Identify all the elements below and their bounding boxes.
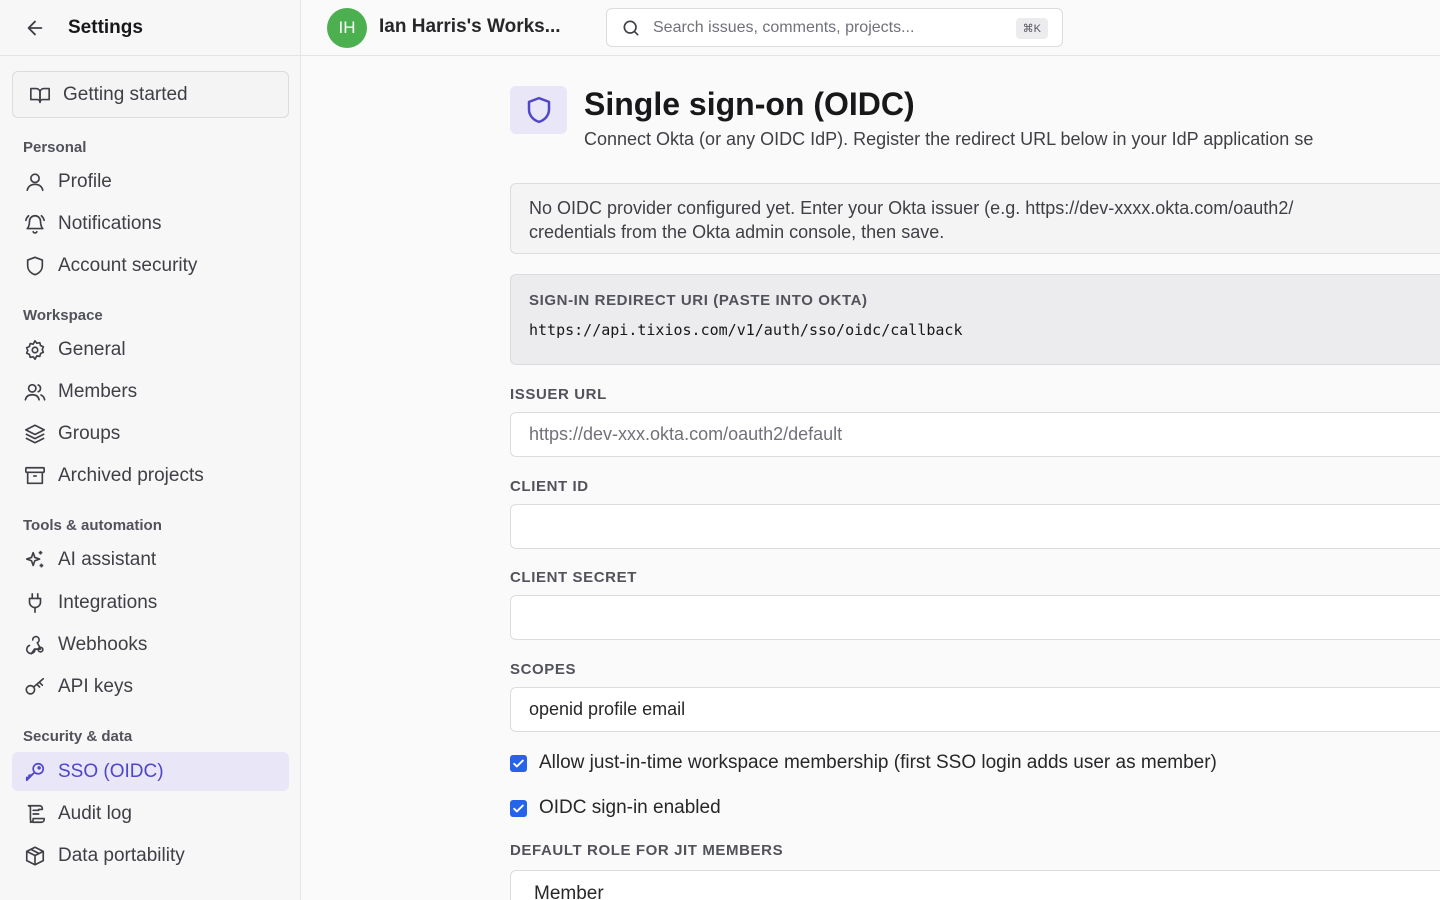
- sidebar-item-label: Notifications: [58, 212, 162, 234]
- redirect-uri-value[interactable]: https://api.tixios.com/v1/auth/sso/oidc/…: [529, 321, 1440, 339]
- getting-started-button[interactable]: Getting started: [12, 71, 289, 118]
- archive-icon: [23, 464, 47, 488]
- search-shortcut-badge: ⌘K: [1015, 18, 1048, 39]
- sidebar-item-label: Webhooks: [58, 633, 148, 655]
- check-icon: [513, 804, 524, 812]
- sidebar-item-label: Data portability: [58, 844, 185, 866]
- sidebar-item-notifications[interactable]: Notifications: [12, 204, 289, 243]
- client-secret-input[interactable]: [510, 595, 1440, 640]
- default-role-select[interactable]: Member: [510, 870, 1440, 900]
- sidebar-item-label: Account security: [58, 254, 198, 276]
- issuer-url-input[interactable]: [510, 412, 1440, 457]
- jit-membership-label: Allow just-in-time workspace membership …: [539, 752, 1217, 773]
- sidebar-item-label: Archived projects: [58, 464, 204, 486]
- redirect-uri-label: SIGN-IN REDIRECT URI (PASTE INTO OKTA): [529, 292, 868, 309]
- layers-icon: [23, 422, 47, 446]
- search-icon: [623, 20, 639, 36]
- book-open-icon: [28, 83, 52, 107]
- check-icon: [513, 759, 524, 767]
- page-title: Single sign-on (OIDC): [584, 86, 915, 122]
- sidebar-header: Settings: [0, 0, 300, 56]
- workspace-switcher[interactable]: Ian Harris's Works...: [379, 16, 561, 38]
- gear-icon: [23, 338, 47, 362]
- settings-sidebar: Settings Getting started Personal Profil…: [0, 0, 301, 900]
- section-label-workspace: Workspace: [23, 307, 103, 324]
- bell-icon: [23, 212, 47, 236]
- scopes-input[interactable]: [510, 687, 1440, 732]
- users-icon: [23, 380, 47, 404]
- notice-line-2: credentials from the Okta admin console,…: [529, 222, 945, 242]
- scroll-icon: [23, 802, 47, 826]
- sidebar-item-label: SSO (OIDC): [58, 760, 164, 782]
- sidebar-item-audit-log[interactable]: Audit log: [12, 794, 289, 833]
- sidebar-item-general[interactable]: General: [12, 330, 289, 369]
- section-label-security: Security & data: [23, 728, 133, 745]
- jit-membership-checkbox[interactable]: [510, 754, 527, 772]
- sidebar-item-api-keys[interactable]: API keys: [12, 667, 289, 706]
- sidebar-item-label: AI assistant: [58, 548, 157, 570]
- issuer-url-label: ISSUER URL: [510, 386, 607, 403]
- client-secret-label: CLIENT SECRET: [510, 569, 637, 586]
- sidebar-item-data-portability[interactable]: Data portability: [12, 836, 289, 875]
- back-button[interactable]: [22, 15, 48, 41]
- avatar[interactable]: IH: [327, 8, 367, 48]
- page-icon: [510, 86, 567, 134]
- sidebar-item-label: Members: [58, 380, 138, 402]
- client-id-label: CLIENT ID: [510, 478, 589, 495]
- oidc-enabled-checkbox[interactable]: [510, 799, 527, 817]
- shield-icon: [23, 254, 47, 278]
- shield-icon: [527, 96, 550, 124]
- sidebar-title: Settings: [68, 16, 143, 38]
- top-bar: IH Ian Harris's Works... ⌘K: [301, 0, 1440, 56]
- sidebar-item-profile[interactable]: Profile: [12, 162, 289, 201]
- default-role-label: DEFAULT ROLE FOR JIT MEMBERS: [510, 842, 784, 859]
- jit-membership-row: Allow just-in-time workspace membership …: [510, 752, 1217, 774]
- scopes-label: SCOPES: [510, 661, 577, 678]
- package-icon: [23, 844, 47, 868]
- default-role-value: Member: [534, 883, 604, 900]
- redirect-uri-box: SIGN-IN REDIRECT URI (PASTE INTO OKTA) h…: [510, 274, 1440, 365]
- client-id-input[interactable]: [510, 504, 1440, 549]
- section-label-tools: Tools & automation: [23, 517, 162, 534]
- oidc-enabled-label: OIDC sign-in enabled: [539, 797, 721, 818]
- sidebar-item-ai-assistant[interactable]: AI assistant: [12, 540, 289, 579]
- user-icon: [23, 170, 47, 194]
- section-label-personal: Personal: [23, 139, 87, 156]
- sidebar-item-groups[interactable]: Groups: [12, 414, 289, 453]
- key-round-icon: [23, 760, 47, 784]
- getting-started-label: Getting started: [63, 83, 188, 105]
- setup-notice: No OIDC provider configured yet. Enter y…: [510, 183, 1440, 254]
- sidebar-item-webhooks[interactable]: Webhooks: [12, 625, 289, 664]
- sidebar-item-label: Audit log: [58, 802, 132, 824]
- webhook-icon: [23, 633, 47, 657]
- sparkles-icon: [23, 548, 47, 572]
- oidc-enabled-row: OIDC sign-in enabled: [510, 797, 721, 819]
- arrow-left-icon: [27, 20, 43, 35]
- plug-icon: [23, 591, 47, 615]
- search-box[interactable]: ⌘K: [606, 8, 1063, 47]
- sidebar-item-integrations[interactable]: Integrations: [12, 583, 289, 622]
- sidebar-item-label: Integrations: [58, 591, 158, 613]
- sidebar-item-label: General: [58, 338, 126, 360]
- sidebar-item-label: Groups: [58, 422, 121, 444]
- sidebar-item-label: API keys: [58, 675, 133, 697]
- sidebar-item-archived-projects[interactable]: Archived projects: [12, 456, 289, 495]
- search-input[interactable]: [653, 18, 993, 37]
- sidebar-item-members[interactable]: Members: [12, 372, 289, 411]
- sidebar-item-label: Profile: [58, 170, 112, 192]
- sidebar-item-account-security[interactable]: Account security: [12, 246, 289, 285]
- sidebar-item-sso[interactable]: SSO (OIDC): [12, 752, 289, 791]
- notice-line-1: No OIDC provider configured yet. Enter y…: [529, 198, 1294, 218]
- page-subtitle: Connect Okta (or any OIDC IdP). Register…: [584, 129, 1314, 149]
- key-icon: [23, 675, 47, 699]
